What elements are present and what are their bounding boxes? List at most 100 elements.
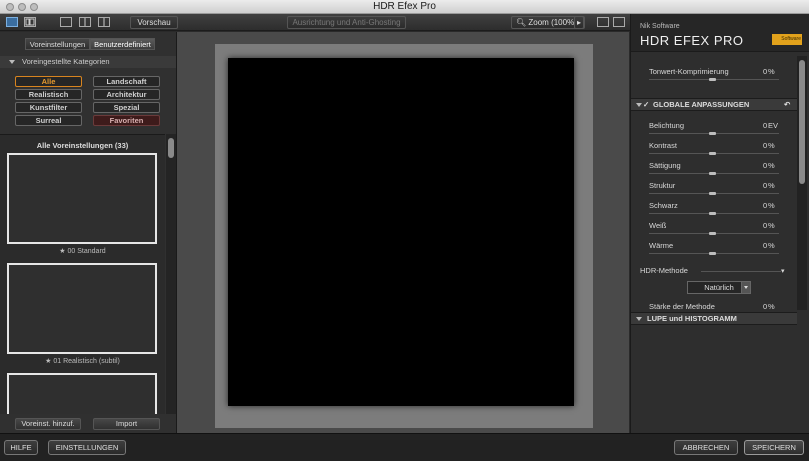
single-view-icon[interactable] bbox=[6, 17, 18, 27]
global-header-label: GLOBALE ANPASSUNGEN bbox=[653, 100, 750, 109]
preset-tabs: Voreinstellungen Benutzerdefiniert bbox=[25, 38, 155, 50]
black-unit: % bbox=[768, 201, 775, 210]
contrast-value: 0 bbox=[763, 141, 768, 150]
cancel-button[interactable]: ABBRECHEN bbox=[674, 440, 738, 455]
contrast-unit: % bbox=[768, 141, 775, 150]
checkmark-icon[interactable]: ✓ bbox=[643, 99, 649, 111]
structure-value: 0 bbox=[763, 181, 768, 190]
warmth-value: 0 bbox=[763, 241, 768, 250]
side-by-side-layout-icon[interactable] bbox=[79, 17, 91, 27]
image-canvas bbox=[177, 32, 629, 433]
right-panel: Nik Software HDR EFEX PRO Software Tonwe… bbox=[630, 14, 809, 433]
help-button[interactable]: HILFE bbox=[4, 440, 38, 455]
black-knob[interactable] bbox=[709, 212, 716, 215]
contrast-label: Kontrast bbox=[649, 141, 677, 150]
white-label: Weiß bbox=[649, 221, 667, 230]
add-preset-button[interactable]: Voreinst. hinzuf. bbox=[15, 418, 81, 430]
star-icon[interactable]: ★ bbox=[59, 248, 65, 255]
star-icon[interactable]: ★ bbox=[45, 358, 51, 365]
preset-list: Alle Voreinstellungen (33) ★ 00 Standard… bbox=[0, 134, 165, 414]
category-realistic[interactable]: Realistisch bbox=[15, 89, 82, 100]
preset-label-standard: ★ 00 Standard bbox=[59, 248, 106, 255]
category-architecture[interactable]: Architektur bbox=[93, 89, 160, 100]
category-special[interactable]: Spezial bbox=[93, 102, 160, 113]
adjustments-scrollbar[interactable] bbox=[797, 56, 807, 310]
tone-compression-unit: % bbox=[768, 67, 775, 76]
import-button[interactable]: Import bbox=[93, 418, 160, 430]
nik-logo: Software bbox=[772, 34, 802, 45]
saturation-label: Sättigung bbox=[649, 161, 681, 170]
hdr-method-divider bbox=[701, 271, 781, 272]
top-toolbar: Vorschau Ausrichtung und Anti-Ghosting 🔍… bbox=[0, 14, 630, 31]
warmth-unit: % bbox=[768, 241, 775, 250]
tab-custom[interactable]: Benutzerdefiniert bbox=[90, 38, 155, 50]
preview-button[interactable]: Vorschau bbox=[130, 16, 178, 29]
white-value: 0 bbox=[763, 221, 768, 230]
preset-label-realistic: ★ 01 Realistisch (subtil) bbox=[45, 358, 120, 365]
preset-thumbnail-standard[interactable] bbox=[7, 153, 157, 244]
preset-categories-header[interactable]: Voreingestellte Kategorien bbox=[0, 56, 176, 68]
exposure-label: Belichtung bbox=[649, 121, 685, 130]
brand-small: Nik Software bbox=[640, 23, 680, 30]
presets-title: Alle Voreinstellungen (33) bbox=[36, 141, 129, 150]
category-all[interactable]: Alle bbox=[15, 76, 82, 87]
category-surreal[interactable]: Surreal bbox=[15, 115, 82, 126]
magnifier-icon: 🔍︎ bbox=[516, 18, 527, 27]
method-strength-label: Stärke der Methode bbox=[649, 302, 715, 311]
brand-title: HDR EFEX PRO bbox=[640, 33, 744, 48]
warmth-knob[interactable] bbox=[709, 252, 716, 255]
loupe-header-label: LUPE und HISTOGRAMM bbox=[647, 314, 737, 323]
structure-knob[interactable] bbox=[709, 192, 716, 195]
window-titlebar: HDR Efex Pro bbox=[0, 0, 809, 14]
tab-presets[interactable]: Voreinstellungen bbox=[25, 38, 90, 50]
panel-toggle-icon[interactable] bbox=[613, 17, 625, 27]
hdr-method-select-arrow-icon[interactable] bbox=[741, 281, 751, 294]
reset-arrow-icon[interactable]: ↶ bbox=[784, 99, 790, 111]
tone-compression-knob[interactable] bbox=[709, 78, 716, 81]
scroll-knob[interactable] bbox=[168, 138, 174, 158]
white-unit: % bbox=[768, 221, 775, 230]
category-favorites[interactable]: Favoriten bbox=[93, 115, 160, 126]
exposure-knob[interactable] bbox=[709, 132, 716, 135]
structure-label: Struktur bbox=[649, 181, 676, 190]
loupe-icon[interactable] bbox=[597, 17, 609, 27]
hdr-method-dropdown-icon[interactable]: ▾ bbox=[781, 267, 785, 275]
preset-thumbnail-next[interactable] bbox=[7, 373, 157, 414]
black-value: 0 bbox=[763, 201, 768, 210]
structure-unit: % bbox=[768, 181, 775, 190]
saturation-value: 0 bbox=[763, 161, 768, 170]
save-button[interactable]: SPEICHERN bbox=[744, 440, 804, 455]
exposure-unit: EV bbox=[768, 121, 779, 130]
collapse-triangle-icon bbox=[9, 60, 15, 64]
exposure-value: 0 bbox=[763, 121, 768, 130]
loupe-histogram-header[interactable]: LUPE und HISTOGRAMM bbox=[631, 312, 797, 325]
category-art-filter[interactable]: Kunstfilter bbox=[15, 102, 82, 113]
saturation-unit: % bbox=[768, 161, 775, 170]
method-strength-unit: % bbox=[768, 302, 775, 311]
bottom-bar: HILFE EINSTELLUNGEN ABBRECHEN SPEICHERN bbox=[0, 433, 809, 461]
category-landscape[interactable]: Landschaft bbox=[93, 76, 160, 87]
saturation-knob[interactable] bbox=[709, 172, 716, 175]
collapse-triangle-icon bbox=[636, 317, 642, 321]
tone-compression-value: 0 bbox=[763, 67, 768, 76]
white-knob[interactable] bbox=[709, 232, 716, 235]
alignment-antighosting-button[interactable]: Ausrichtung und Anti-Ghosting bbox=[287, 16, 406, 29]
settings-button[interactable]: EINSTELLUNGEN bbox=[48, 440, 126, 455]
black-label: Schwarz bbox=[649, 201, 678, 210]
scroll-knob[interactable] bbox=[799, 60, 805, 184]
tone-compression-label: Tonwert-Komprimierung bbox=[649, 67, 729, 76]
two-panel-layout-icon[interactable] bbox=[98, 17, 110, 27]
image-frame bbox=[215, 44, 593, 428]
preset-thumbnail-realistic[interactable] bbox=[7, 263, 157, 354]
brand-header: Nik Software HDR EFEX PRO Software bbox=[631, 14, 809, 52]
contrast-knob[interactable] bbox=[709, 152, 716, 155]
zoom-label: Zoom (100%) bbox=[528, 18, 577, 27]
hdr-method-label: HDR-Methode bbox=[640, 266, 688, 275]
left-panel: Voreinstellungen Benutzerdefiniert Vorei… bbox=[0, 32, 177, 433]
split-view-icon[interactable] bbox=[24, 17, 36, 27]
preset-list-scrollbar[interactable] bbox=[166, 134, 176, 414]
zoom-dropdown-icon[interactable]: ▸ bbox=[574, 16, 584, 29]
preview-image[interactable] bbox=[228, 58, 574, 406]
global-adjustments-header[interactable]: ✓ GLOBALE ANPASSUNGEN ↶ bbox=[631, 98, 797, 111]
single-layout-icon[interactable] bbox=[60, 17, 72, 27]
